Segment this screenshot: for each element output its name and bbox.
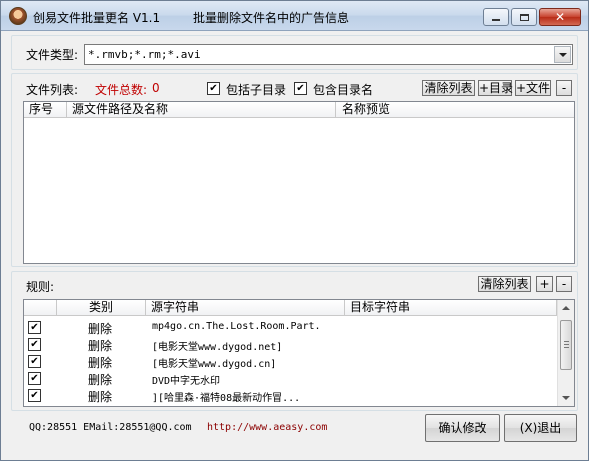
file-list-group: 文件列表: 文件总数: 0 ✔ 包括子目录 ✔ 包含目录名 清除列表 +目录 +… [11,73,578,267]
scroll-down-arrow-icon[interactable] [562,396,570,400]
checkmark-icon: ✔ [30,389,39,401]
grip-line [564,344,569,345]
grip-line [564,341,569,342]
app-window: 创易文件批量更名 V1.1 批量删除文件名中的广告信息 ✕ 文件类型: *.rm… [0,0,589,461]
rule-source: mp4go.cn.The.Lost.Room.Part. [152,321,321,332]
include-subdirs-label: 包括子目录 [226,83,287,97]
exit-button[interactable]: (X)退出 [504,414,577,442]
maximize-button[interactable] [511,8,537,26]
rule-row[interactable]: ✔ 删除 ][哈里森·福特08最新动作冒... [24,387,557,404]
clear-rules-button[interactable]: 清除列表 [478,276,531,292]
remove-rule-button[interactable]: - [556,276,572,292]
file-total-label: 文件总数: [95,83,148,97]
rules-vertical-scrollbar[interactable] [557,300,574,406]
window-subtitle: 批量删除文件名中的广告信息 [193,11,350,25]
file-total-count: 0 [152,81,160,95]
include-dirname-checkbox[interactable]: ✔ [294,82,307,95]
column-header-name-preview[interactable]: 名称预览 [336,102,574,118]
column-header-source-path[interactable]: 源文件路径及名称 [67,102,336,118]
rule-row[interactable]: ✔ 删除 [电影天堂www.dygod.net] [24,336,557,353]
minimize-button[interactable] [483,8,509,26]
website-link[interactable]: http://www.aeasy.com [207,422,327,433]
column-header-enabled[interactable] [24,300,57,316]
checkmark-icon: ✔ [296,82,305,94]
scroll-up-arrow-icon[interactable] [562,306,570,310]
checkmark-icon: ✔ [30,355,39,367]
add-rule-button[interactable]: + [536,276,553,292]
window-title: 创易文件批量更名 V1.1 [33,11,161,25]
rule-type: 删除 [88,390,113,404]
rule-row[interactable]: ✔ 删除 DVD中字无水印 [24,370,557,387]
rule-enabled-checkbox[interactable]: ✔ [28,321,41,334]
rule-type: 删除 [88,356,113,370]
column-header-index[interactable]: 序号 [24,102,67,118]
file-type-dropdown-button[interactable] [554,46,571,63]
file-type-group: 文件类型: *.rmvb;*.rm;*.avi [11,35,578,70]
rule-enabled-checkbox[interactable]: ✔ [28,338,41,351]
rule-row[interactable]: ✔ 删除 mp4go.cn.The.Lost.Room.Part. [24,319,557,336]
checkmark-icon: ✔ [209,82,218,94]
rules-group: 规则: 清除列表 + - 类别 源字符串 目标字符串 ✔ 删除 mp4go.cn… [11,271,578,411]
column-header-source-string[interactable]: 源字符串 [146,300,345,316]
include-subdirs-checkbox[interactable]: ✔ [207,82,220,95]
minimize-icon [492,19,500,21]
rule-type: 删除 [88,373,113,387]
close-icon: ✕ [554,10,566,24]
file-type-combo[interactable]: *.rmvb;*.rm;*.avi [84,44,573,65]
file-type-label: 文件类型: [26,48,79,62]
add-file-button[interactable]: +文件 [515,80,551,96]
scrollbar-thumb[interactable] [560,320,572,370]
checkmark-icon: ✔ [30,338,39,350]
clear-file-list-button[interactable]: 清除列表 [422,80,475,96]
add-directory-button[interactable]: +目录 [478,80,513,96]
file-list-label: 文件列表: [26,83,79,97]
title-bar[interactable]: 创易文件批量更名 V1.1 批量删除文件名中的广告信息 ✕ [1,1,588,31]
contact-info: QQ:28551 EMail:28551@QQ.com [29,422,192,433]
maximize-icon [519,13,529,21]
column-header-type[interactable]: 类别 [57,300,146,316]
rule-source: [电影天堂www.dygod.cn] [152,359,277,370]
grip-line [564,347,569,348]
rule-enabled-checkbox[interactable]: ✔ [28,389,41,402]
chevron-down-icon [558,52,567,57]
rules-label: 规则: [26,280,55,294]
rule-enabled-checkbox[interactable]: ✔ [28,372,41,385]
rule-enabled-checkbox[interactable]: ✔ [28,355,41,368]
file-list-table[interactable]: 序号 源文件路径及名称 名称预览 [23,101,575,264]
column-header-target-string[interactable]: 目标字符串 [345,300,557,316]
rules-table[interactable]: 类别 源字符串 目标字符串 ✔ 删除 mp4go.cn.The.Lost.Roo… [23,299,575,407]
app-icon [9,7,27,25]
rule-type: 删除 [88,339,113,353]
close-button[interactable]: ✕ [539,8,581,26]
remove-file-button[interactable]: - [556,80,572,96]
checkmark-icon: ✔ [30,372,39,384]
rule-source: DVD中字无水印 [152,376,221,387]
confirm-modify-button[interactable]: 确认修改 [425,414,500,442]
rule-source: ][哈里森·福特08最新动作冒... [152,393,301,404]
include-dirname-label: 包含目录名 [313,83,374,97]
rule-source: [电影天堂www.dygod.net] [152,342,283,353]
rule-type: 删除 [88,322,113,336]
checkmark-icon: ✔ [30,321,39,333]
rule-row[interactable]: ✔ 删除 [电影天堂www.dygod.cn] [24,353,557,370]
file-type-value: *.rmvb;*.rm;*.avi [88,48,201,61]
